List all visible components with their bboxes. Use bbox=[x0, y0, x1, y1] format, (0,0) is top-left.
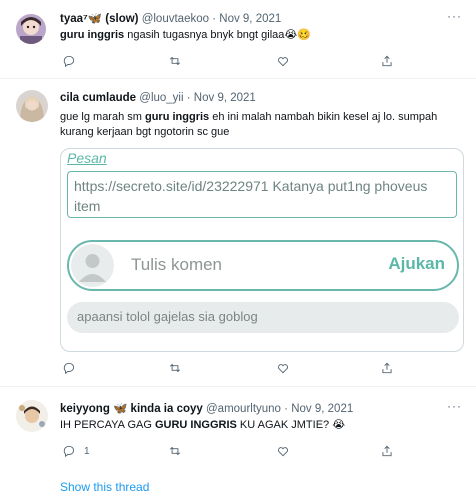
link-textbox: https://secreto.site/id/23222971 Katanya… bbox=[67, 171, 457, 218]
share-button[interactable] bbox=[380, 360, 394, 376]
tweet-meta: tyaa⁷🦋 (slow) @louvtaekoo · Nov 9, 2021 bbox=[60, 11, 281, 25]
reply-icon bbox=[63, 55, 75, 68]
retweet-button[interactable] bbox=[168, 53, 182, 69]
display-name[interactable]: tyaa⁷🦋 (slow) bbox=[60, 13, 139, 25]
share-button[interactable] bbox=[380, 53, 394, 69]
like-button[interactable] bbox=[276, 360, 290, 376]
avatar[interactable] bbox=[16, 90, 48, 122]
card-title: Pesan bbox=[67, 150, 107, 166]
show-thread-link[interactable]: Show this thread bbox=[60, 480, 149, 494]
tweet-meta: keiyyong 🦋 kinda ia coyy @amourltyuno · … bbox=[60, 401, 353, 415]
highlighted-text: GURU INGGRIS bbox=[154, 419, 237, 431]
more-icon[interactable]: ··· bbox=[447, 399, 462, 413]
retweet-button[interactable] bbox=[168, 360, 182, 376]
separator: · bbox=[186, 92, 191, 104]
heart-icon bbox=[278, 447, 288, 457]
avatar-placeholder-icon bbox=[71, 244, 114, 287]
tweet-text: guru inggris ngasih tugasnya bnyk bngt g… bbox=[60, 28, 458, 43]
reply-count: 1 bbox=[84, 445, 90, 457]
reply-icon bbox=[63, 445, 75, 458]
reply-button[interactable] bbox=[62, 53, 76, 69]
retweet-icon bbox=[170, 446, 180, 456]
embedded-image-card[interactable]: Pesan https://secreto.site/id/23222971 K… bbox=[60, 148, 464, 352]
handle[interactable]: @luo_yii bbox=[139, 92, 183, 104]
retweet-icon bbox=[170, 363, 180, 373]
separator: · bbox=[212, 13, 217, 25]
heart-icon bbox=[278, 364, 288, 374]
share-button[interactable] bbox=[380, 443, 394, 459]
tweet-actions: 1 bbox=[60, 443, 400, 459]
tweet-actions bbox=[60, 360, 400, 376]
share-icon bbox=[382, 55, 392, 67]
handle[interactable]: @amourltyuno bbox=[206, 403, 281, 415]
display-name[interactable]: keiyyong 🦋 kinda ia coyy bbox=[60, 403, 203, 415]
retweet-icon bbox=[170, 56, 180, 66]
submit-label: Ajukan bbox=[388, 254, 445, 273]
display-name[interactable]: cila cumlaude bbox=[60, 92, 136, 104]
heart-icon bbox=[278, 57, 288, 67]
tweet-meta: cila cumlaude @luo_yii · Nov 9, 2021 bbox=[60, 92, 256, 104]
tweet-text-pre: IH PERCAYA GAG bbox=[60, 419, 155, 431]
reply-button[interactable]: 1 bbox=[62, 443, 90, 459]
share-icon bbox=[382, 362, 392, 374]
tweet-text-pre: gue lg marah sm bbox=[60, 111, 145, 123]
highlighted-text: guru inggris bbox=[60, 29, 125, 41]
reply-icon bbox=[63, 362, 75, 375]
tweet-text-rest: ngasih tugasnya bnyk bngt gilaa😭🥴 bbox=[124, 29, 311, 41]
tweet-1[interactable]: tyaa⁷🦋 (slow) @louvtaekoo · Nov 9, 2021 … bbox=[0, 0, 476, 78]
more-icon[interactable]: ··· bbox=[447, 9, 462, 23]
like-button[interactable] bbox=[276, 443, 290, 459]
timestamp[interactable]: Nov 9, 2021 bbox=[219, 13, 281, 25]
tweet-text: IH PERCAYA GAG GURU INGGRIS KU AGAK JMTI… bbox=[60, 418, 458, 433]
tweet-text-rest: KU AGAK JMTIE? 😭 bbox=[236, 419, 346, 431]
tweet-actions bbox=[60, 53, 400, 69]
timestamp[interactable]: Nov 9, 2021 bbox=[291, 403, 353, 415]
highlighted-text: guru inggris bbox=[144, 111, 210, 123]
handle[interactable]: @louvtaekoo bbox=[142, 13, 209, 25]
avatar[interactable] bbox=[16, 400, 48, 432]
retweet-button[interactable] bbox=[168, 443, 182, 459]
separator: · bbox=[284, 403, 289, 415]
share-icon bbox=[382, 445, 392, 457]
tweet-text: gue lg marah sm guru inggris eh ini mala… bbox=[60, 110, 464, 140]
like-button[interactable] bbox=[276, 53, 290, 69]
avatar[interactable] bbox=[16, 14, 46, 44]
reply-text: apaansi tolol gajelas sia goblog bbox=[67, 302, 459, 333]
comment-placeholder: Tulis komen bbox=[131, 255, 223, 274]
comment-box: Tulis komen Ajukan bbox=[67, 240, 459, 291]
reply-button[interactable] bbox=[62, 360, 76, 376]
timestamp[interactable]: Nov 9, 2021 bbox=[194, 92, 256, 104]
